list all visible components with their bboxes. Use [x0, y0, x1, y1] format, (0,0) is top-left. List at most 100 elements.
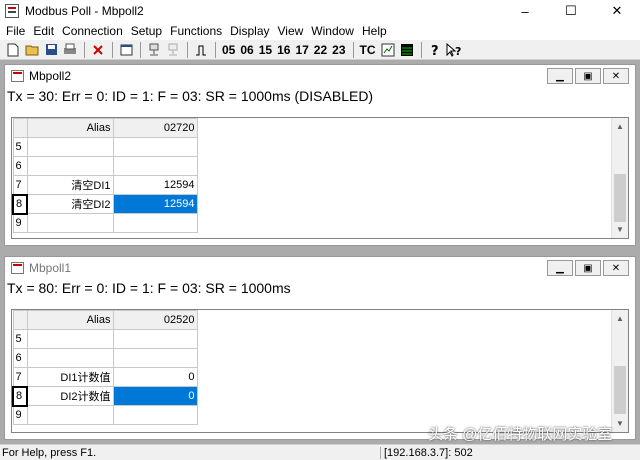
child-minimize-button[interactable]: ▁ — [547, 68, 573, 84]
fc-16-button[interactable]: 16 — [275, 42, 292, 58]
child-close-button[interactable]: ✕ — [603, 260, 629, 276]
alias-cell[interactable] — [26, 137, 114, 157]
child-title-bar: Mbpoll2 ▁ ▣ ✕ — [5, 65, 635, 87]
single-poll-icon[interactable] — [192, 42, 210, 58]
title-bar: Modbus Poll - Mbpoll2 – ☐ ✕ — [0, 0, 640, 22]
alias-cell[interactable]: 清空DI2 — [26, 194, 114, 214]
alias-cell[interactable]: DI2计数值 — [26, 386, 114, 406]
save-icon[interactable] — [42, 42, 60, 58]
window-icon[interactable] — [117, 42, 135, 58]
monitor-icon[interactable] — [398, 42, 416, 58]
fc-05-button[interactable]: 05 — [220, 42, 237, 58]
chart-icon[interactable] — [379, 42, 397, 58]
register-grid: Alias 02520 5 6 7 DI1计数值 0 8 DI2计数值 0 9 … — [11, 309, 629, 433]
alias-cell[interactable]: DI1计数值 — [26, 367, 114, 387]
address-header: 02520 — [112, 310, 198, 330]
table-row[interactable]: 8 DI2计数值 0 — [12, 385, 198, 407]
table-row[interactable]: 7 DI1计数值 0 — [12, 367, 198, 387]
connect-icon[interactable] — [145, 42, 163, 58]
menu-setup[interactable]: Setup — [127, 24, 166, 38]
table-row[interactable]: 8 清空DI2 12594 — [12, 193, 198, 215]
table-row[interactable]: 5 — [12, 137, 198, 157]
table-row[interactable]: 7 清空DI1 12594 — [12, 175, 198, 195]
row-number: 9 — [12, 213, 28, 233]
close-button[interactable]: ✕ — [594, 0, 640, 22]
child-title: Mbpoll2 — [29, 69, 72, 83]
maximize-button[interactable]: ☐ — [548, 0, 594, 22]
register-grid: Alias 02720 5 6 7 清空DI1 12594 8 清空DI2 12… — [11, 117, 629, 239]
row-number: 9 — [12, 405, 28, 425]
table-row[interactable]: 6 — [12, 156, 198, 176]
fc-06-button[interactable]: 06 — [238, 42, 255, 58]
alias-cell[interactable] — [26, 213, 114, 233]
value-cell[interactable] — [112, 156, 198, 176]
child-restore-button[interactable]: ▣ — [575, 68, 601, 84]
scroll-thumb[interactable] — [614, 366, 626, 414]
fc-23-button[interactable]: 23 — [330, 42, 347, 58]
value-cell[interactable] — [112, 137, 198, 157]
toolbar-separator — [84, 41, 85, 58]
alias-cell[interactable] — [26, 156, 114, 176]
row-number: 8 — [12, 385, 28, 407]
svg-text:?: ? — [431, 44, 439, 57]
table-row[interactable]: 5 — [12, 329, 198, 349]
fc-15-button[interactable]: 15 — [257, 42, 274, 58]
selected-value-cell[interactable]: 12594 — [112, 194, 198, 214]
tc-button[interactable]: TC — [358, 42, 378, 58]
alias-cell[interactable] — [26, 405, 114, 425]
value-cell[interactable] — [112, 213, 198, 233]
minimize-button[interactable]: – — [502, 0, 548, 22]
scroll-thumb[interactable] — [614, 174, 626, 222]
watermark: 头条 @亿佰特物联网实验室 — [428, 426, 613, 443]
poll-status-line: Tx = 80: Err = 0: ID = 1: F = 03: SR = 1… — [5, 279, 635, 297]
disconnect-icon[interactable] — [164, 42, 182, 58]
menu-display[interactable]: Display — [226, 24, 273, 38]
child-window-mbpoll2: Mbpoll2 ▁ ▣ ✕ Tx = 30: Err = 0: ID = 1: … — [4, 64, 636, 246]
register-table: Alias 02720 5 6 7 清空DI1 12594 8 清空DI2 12… — [12, 118, 198, 233]
vertical-scrollbar[interactable]: ▲ ▼ — [611, 310, 628, 432]
help-icon[interactable]: ? — [426, 42, 444, 58]
table-row[interactable]: 9 — [12, 405, 198, 425]
child-window-controls: ▁ ▣ ✕ — [545, 68, 629, 84]
menu-view[interactable]: View — [274, 24, 308, 38]
child-close-button[interactable]: ✕ — [603, 68, 629, 84]
context-help-icon[interactable]: ? — [445, 42, 463, 58]
table-row[interactable]: 9 — [12, 213, 198, 233]
delete-x-icon[interactable] — [89, 42, 107, 58]
selected-value-cell[interactable]: 0 — [112, 386, 198, 406]
register-table: Alias 02520 5 6 7 DI1计数值 0 8 DI2计数值 0 9 — [12, 310, 198, 425]
child-restore-button[interactable]: ▣ — [575, 260, 601, 276]
menu-help[interactable]: Help — [358, 24, 391, 38]
menu-connection[interactable]: Connection — [58, 24, 127, 38]
alias-cell[interactable] — [26, 348, 114, 368]
value-cell[interactable] — [112, 405, 198, 425]
alias-cell[interactable] — [26, 329, 114, 349]
scroll-up-arrow-icon[interactable]: ▲ — [612, 118, 628, 135]
child-minimize-button[interactable]: ▁ — [547, 260, 573, 276]
row-number: 6 — [12, 156, 28, 176]
new-file-icon[interactable] — [4, 42, 22, 58]
value-cell[interactable]: 0 — [112, 367, 198, 387]
fc-17-button[interactable]: 17 — [293, 42, 310, 58]
table-row[interactable]: 6 — [12, 348, 198, 368]
row-number: 7 — [12, 175, 28, 195]
print-icon[interactable] — [61, 42, 79, 58]
vertical-scrollbar[interactable]: ▲ ▼ — [611, 118, 628, 238]
fc-22-button[interactable]: 22 — [312, 42, 329, 58]
alias-cell[interactable]: 清空DI1 — [26, 175, 114, 195]
open-folder-icon[interactable] — [23, 42, 41, 58]
scroll-down-arrow-icon[interactable]: ▼ — [612, 415, 628, 432]
menu-functions[interactable]: Functions — [166, 24, 226, 38]
alias-header: Alias — [26, 310, 114, 330]
scroll-down-arrow-icon[interactable]: ▼ — [612, 221, 628, 238]
row-number: 7 — [12, 367, 28, 387]
value-cell[interactable] — [112, 329, 198, 349]
child-title-bar: Mbpoll1 ▁ ▣ ✕ — [5, 257, 635, 279]
menu-edit[interactable]: Edit — [29, 24, 58, 38]
value-cell[interactable]: 12594 — [112, 175, 198, 195]
menu-file[interactable]: File — [2, 24, 29, 38]
menu-window[interactable]: Window — [307, 24, 358, 38]
row-number: 5 — [12, 137, 28, 157]
value-cell[interactable] — [112, 348, 198, 368]
scroll-up-arrow-icon[interactable]: ▲ — [612, 310, 628, 327]
